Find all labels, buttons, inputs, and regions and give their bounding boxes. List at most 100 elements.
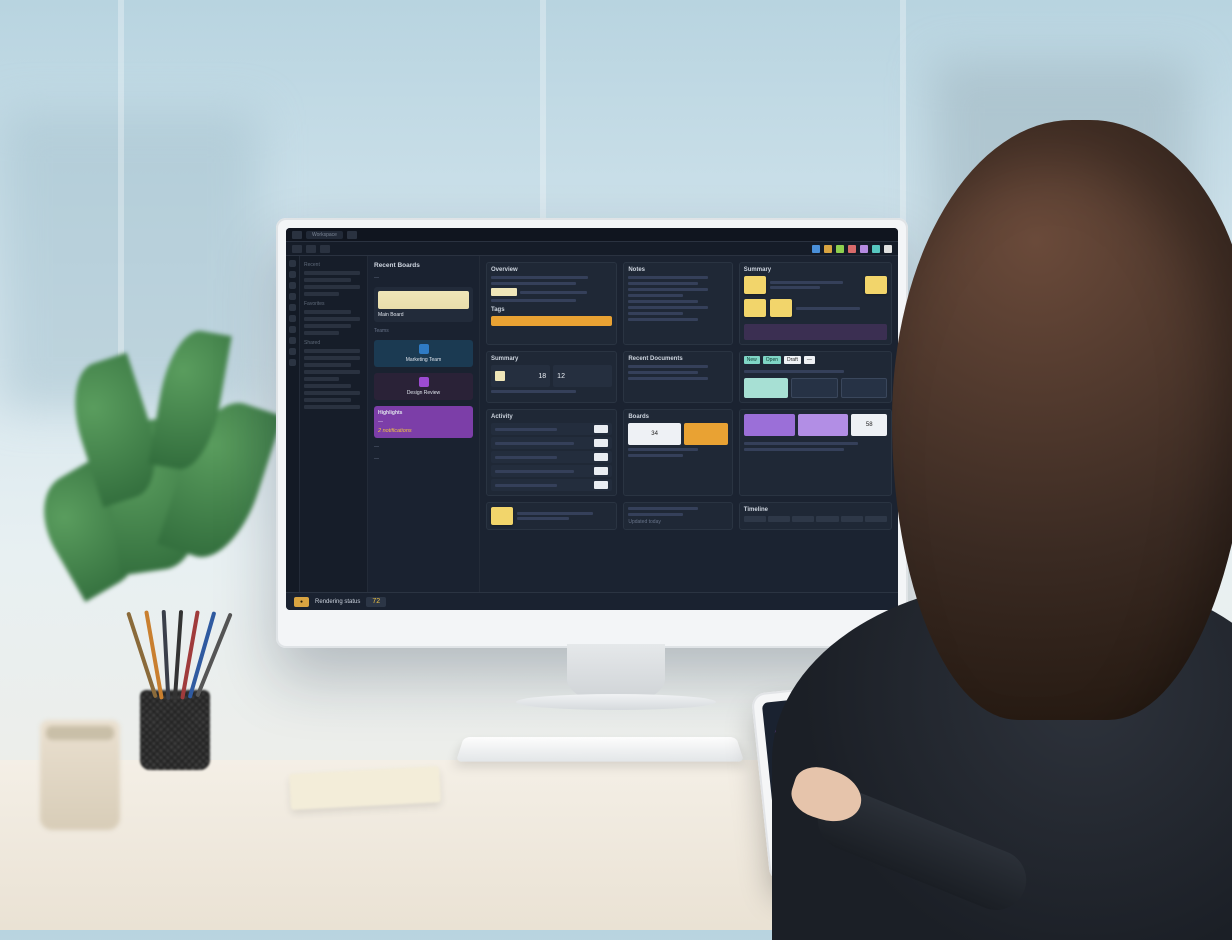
status-label: Rendering status	[315, 599, 360, 605]
board-tile[interactable]: 34	[628, 423, 681, 445]
status-bar: ● Rendering status 72	[286, 592, 898, 610]
sidebar-item[interactable]	[304, 384, 351, 388]
card-thumb	[378, 291, 469, 309]
sidebar-item[interactable]	[304, 405, 360, 409]
stat-value: 18	[538, 373, 546, 380]
project-item-label: Design Review	[407, 390, 440, 396]
tag-chip[interactable]: New	[744, 356, 760, 364]
square-icon	[419, 377, 429, 387]
sticky-note-icon[interactable]	[744, 299, 766, 317]
rail-icon[interactable]	[289, 282, 296, 289]
project-highlight-card[interactable]: Highlights — 2 notifications	[374, 406, 473, 438]
sidebar-item[interactable]	[304, 377, 339, 381]
sticky-note-icon[interactable]	[744, 276, 766, 294]
stat-icon	[495, 371, 505, 381]
badge-icon	[594, 481, 608, 489]
rail-icon[interactable]	[289, 326, 296, 333]
window-menu-icon[interactable]	[347, 231, 357, 239]
project-card[interactable]: Main Board	[374, 287, 473, 322]
sidebar: Recent Favorites Shared	[300, 256, 368, 592]
sidebar-item[interactable]	[304, 310, 351, 314]
panel-subtitle: Tags	[491, 307, 612, 313]
project-item-blue[interactable]: Marketing Team	[374, 340, 473, 367]
sidebar-section-label: Shared	[304, 340, 363, 346]
stat-value: 12	[557, 373, 565, 380]
sidebar-item[interactable]	[304, 363, 351, 367]
rail-icon[interactable]	[289, 271, 296, 278]
list-item[interactable]	[491, 451, 612, 463]
meta-label: Updated today	[628, 519, 727, 525]
status-chip[interactable]: 72	[366, 597, 386, 607]
coffee-cup	[40, 720, 120, 830]
tag-chip[interactable]: Open	[763, 356, 781, 364]
sidebar-item[interactable]	[304, 331, 339, 335]
project-column-sub: —	[374, 275, 473, 281]
sidebar-item[interactable]	[304, 349, 360, 353]
pens	[136, 620, 226, 700]
sidebar-item[interactable]	[304, 398, 351, 402]
meta-panel: Updated today	[623, 502, 732, 530]
title-tab[interactable]: Workspace	[306, 231, 343, 239]
tile-value: 34	[651, 431, 658, 437]
tag-chip[interactable]: Draft	[784, 356, 801, 364]
pen-holder-mesh	[140, 690, 210, 770]
card-tile[interactable]	[744, 378, 788, 398]
panel-title: Activity	[491, 414, 612, 420]
sticky-note-icon[interactable]	[491, 507, 513, 525]
sidebar-item[interactable]	[304, 317, 360, 321]
card-link[interactable]: 2 notifications	[378, 428, 469, 434]
stat-box[interactable]: 12	[553, 365, 612, 387]
sidebar-item[interactable]	[304, 356, 360, 360]
rail-icon[interactable]	[289, 315, 296, 322]
rail-icon[interactable]	[289, 260, 296, 267]
highlight-bar[interactable]	[491, 316, 612, 326]
project-column: Recent Boards — Main Board Teams Marketi…	[368, 256, 480, 592]
project-item-purple[interactable]: Design Review	[374, 373, 473, 400]
toolbar-button[interactable]	[292, 245, 302, 253]
window-control-icon[interactable]	[292, 231, 302, 239]
board-tile[interactable]	[684, 423, 728, 445]
rail-icon[interactable]	[289, 348, 296, 355]
card-tile[interactable]	[744, 414, 795, 436]
rail-icon[interactable]	[289, 304, 296, 311]
card-label: Main Board	[378, 312, 469, 318]
stat-box[interactable]: 18	[491, 365, 550, 387]
keyboard	[456, 737, 744, 762]
note-tile-panel	[486, 502, 617, 530]
sidebar-item[interactable]	[304, 292, 339, 296]
sidebar-item[interactable]	[304, 370, 360, 374]
sidebar-item[interactable]	[304, 271, 360, 275]
rail-icon[interactable]	[289, 359, 296, 366]
sidebar-section-label: Favorites	[304, 301, 363, 307]
sidebar-item[interactable]	[304, 324, 351, 328]
titlebar: Workspace	[286, 228, 898, 242]
project-footer-label: —	[374, 444, 473, 450]
panel-title: Overview	[491, 267, 612, 273]
notes-panel: Notes	[623, 262, 732, 345]
badge-icon	[594, 439, 608, 447]
list-item[interactable]	[491, 465, 612, 477]
toolbar-button[interactable]	[306, 245, 316, 253]
sidebar-item[interactable]	[304, 278, 351, 282]
rail-icon[interactable]	[289, 293, 296, 300]
status-pill[interactable]: ●	[294, 597, 309, 607]
square-icon	[419, 344, 429, 354]
status-value: 72	[372, 598, 380, 605]
rail-icon[interactable]	[289, 337, 296, 344]
panel-title: Boards	[628, 414, 727, 420]
list-item[interactable]	[491, 423, 612, 435]
toolbar-button[interactable]	[320, 245, 330, 253]
list-item[interactable]	[491, 479, 612, 491]
board-thumbs-panel: Boards 34	[623, 409, 732, 496]
sidebar-item[interactable]	[304, 285, 360, 289]
panel-title: Summary	[491, 356, 612, 362]
sticky-note-icon[interactable]	[770, 299, 792, 317]
sidebar-section-label: Recent	[304, 262, 363, 268]
card-sub: —	[378, 419, 469, 425]
list-item[interactable]	[491, 437, 612, 449]
overview-panel: Overview Tags	[486, 262, 617, 345]
sidebar-item[interactable]	[304, 391, 360, 395]
stats-panel: Summary 18 12	[486, 351, 617, 403]
person-foreground	[812, 120, 1232, 940]
project-column-heading: Recent Boards	[374, 262, 473, 269]
